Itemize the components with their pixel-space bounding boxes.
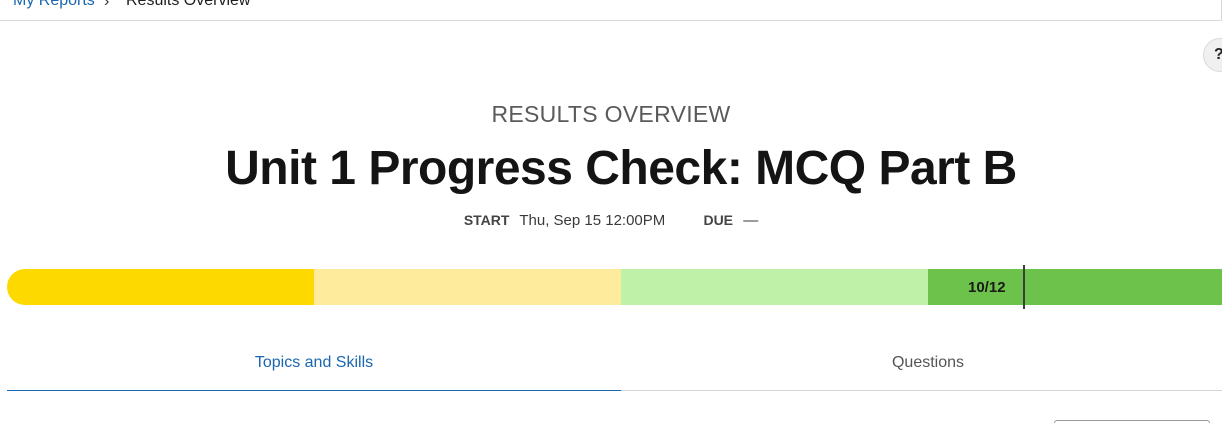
assignment-dates: START Thu, Sep 15 12:00PM DUE — — [0, 212, 1222, 229]
breadcrumb-my-reports-link[interactable]: My Reports — [13, 0, 95, 10]
results-tabs: Topics and Skills Questions — [7, 336, 1222, 391]
start-value: Thu, Sep 15 12:00PM — [519, 212, 666, 229]
start-label: START — [463, 212, 510, 228]
progress-segment-1 — [7, 269, 314, 305]
chevron-right-icon: › — [104, 0, 110, 10]
due-label: DUE — [703, 212, 734, 228]
progress-segment-2 — [314, 269, 621, 305]
results-overview-page: My Reports › Results Overview ? RESULTS … — [0, 0, 1222, 423]
page-title: Unit 1 Progress Check: MCQ Part B — [225, 142, 1017, 195]
tab-questions[interactable]: Questions — [621, 336, 1222, 391]
score-progress-bar — [7, 269, 1222, 305]
due-value: — — [743, 212, 759, 229]
score-marker — [1023, 265, 1025, 309]
help-button[interactable]: ? — [1203, 38, 1222, 72]
breadcrumb-current: Results Overview — [126, 0, 251, 9]
page-overline: RESULTS OVERVIEW — [491, 101, 731, 127]
help-icon: ? — [1214, 46, 1222, 64]
breadcrumb: My Reports › Results Overview — [0, 0, 1222, 21]
score-value: 10/12 — [968, 279, 1006, 296]
progress-segment-3 — [621, 269, 928, 305]
tab-topics-and-skills[interactable]: Topics and Skills — [7, 336, 621, 391]
